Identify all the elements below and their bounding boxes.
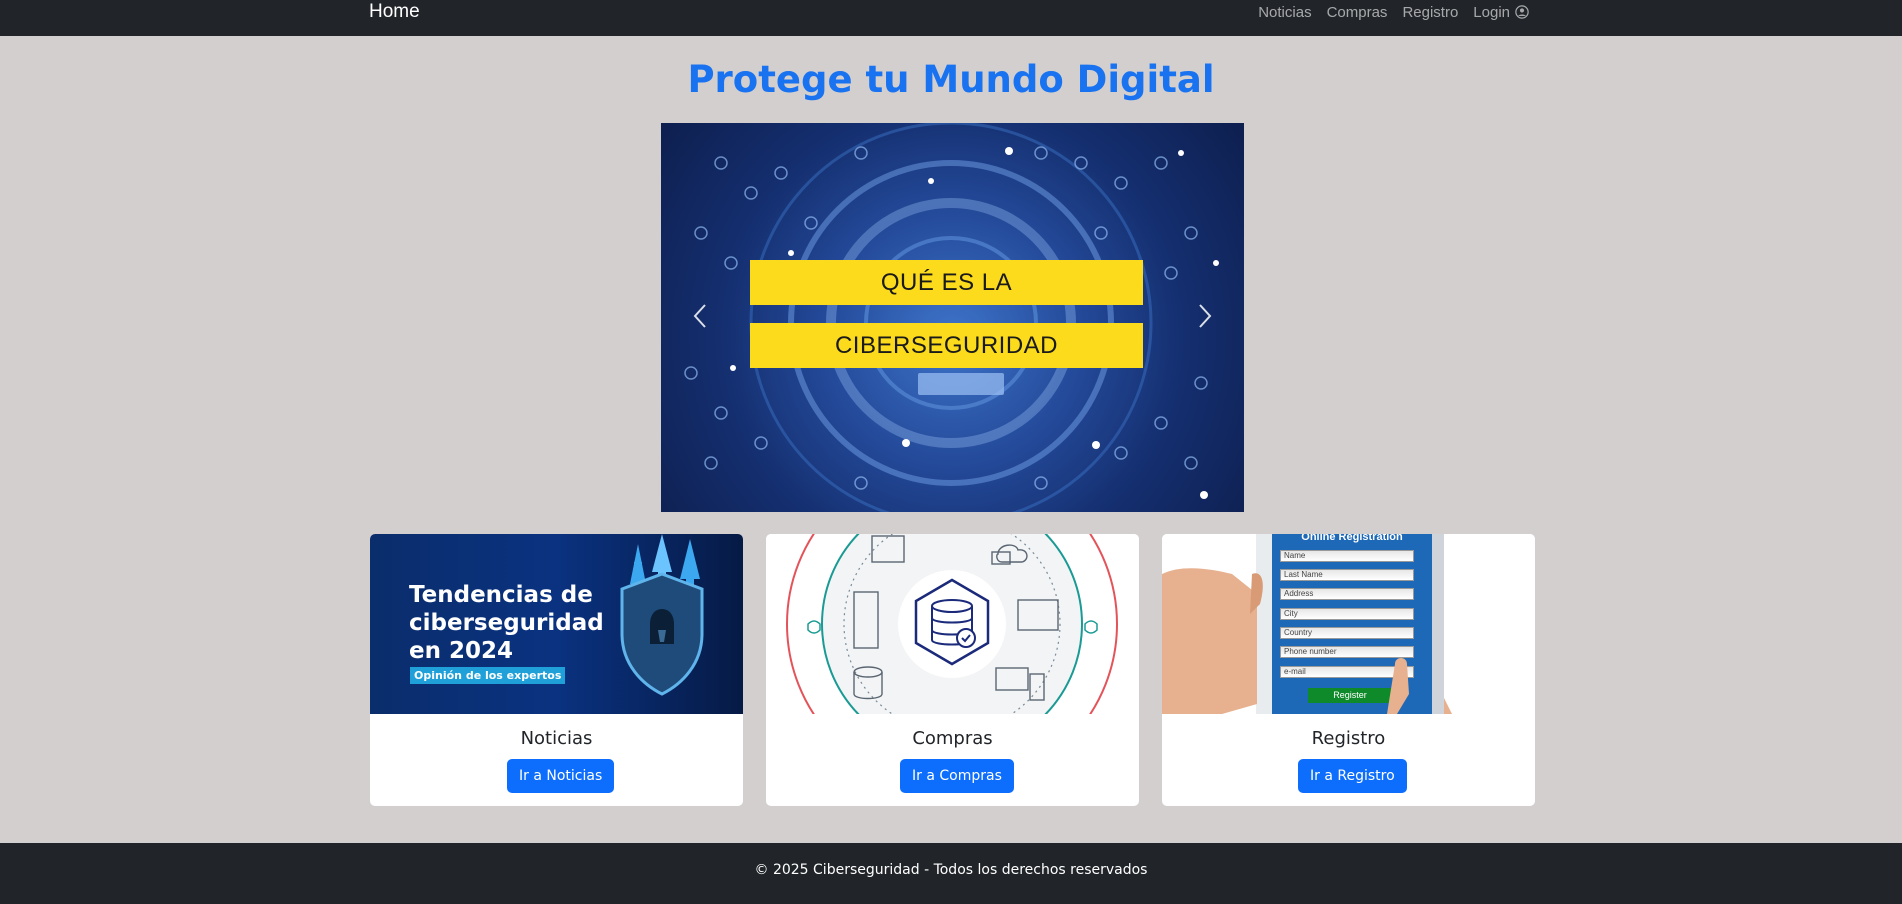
shield-icon bbox=[620, 534, 704, 696]
nav-link-compras[interactable]: Compras bbox=[1327, 4, 1388, 21]
image-register-button: Register bbox=[1308, 688, 1392, 703]
compras-card-image bbox=[766, 534, 1139, 714]
card-title: Registro bbox=[1311, 728, 1386, 749]
image-carousel: QUÉ ES LA CIBERSEGURIDAD bbox=[661, 123, 1244, 512]
noticias-image-headline: Tendencias de ciberseguridad en 2024 bbox=[409, 582, 604, 664]
card-title: Noticias bbox=[520, 728, 593, 749]
image-field-city: City bbox=[1280, 608, 1414, 620]
card-compras: Compras Ir a Compras bbox=[766, 534, 1139, 806]
noticias-card-image: Tendencias de ciberseguridad en 2024 Opi… bbox=[370, 534, 743, 714]
chevron-left-icon bbox=[693, 304, 706, 328]
ir-a-noticias-button[interactable]: Ir a Noticias bbox=[507, 759, 615, 793]
pointing-finger bbox=[1387, 658, 1409, 714]
nav-link-login[interactable]: Login bbox=[1473, 4, 1529, 21]
nav-link-noticias[interactable]: Noticias bbox=[1258, 4, 1311, 21]
slide-caption-line-2: CIBERSEGURIDAD bbox=[750, 323, 1143, 368]
slide-caption-line-1: QUÉ ES LA bbox=[750, 260, 1143, 305]
footer-copyright: © 2025 Ciberseguridad - Todos los derech… bbox=[754, 862, 1148, 878]
card-title: Compras bbox=[912, 728, 993, 749]
ir-a-compras-button[interactable]: Ir a Compras bbox=[900, 759, 1014, 793]
database-network-illustration bbox=[786, 534, 1118, 714]
footer: © 2025 Ciberseguridad - Todos los derech… bbox=[0, 843, 1902, 904]
image-field-address: Address bbox=[1280, 588, 1414, 600]
user-circle-icon bbox=[1515, 5, 1529, 19]
carousel-prev-button[interactable] bbox=[685, 298, 715, 334]
image-field-country: Country bbox=[1280, 627, 1414, 639]
card-registro: Online Registration Name Last Name Addre… bbox=[1162, 534, 1535, 806]
image-field-name: Name bbox=[1280, 550, 1414, 562]
noticias-image-tag: Opinión de los expertos bbox=[410, 667, 566, 684]
circuit-background-image bbox=[684, 123, 1219, 512]
chevron-right-icon bbox=[1199, 304, 1212, 328]
nav-links: Noticias Compras Registro Login bbox=[1258, 0, 1529, 24]
ir-a-registro-button[interactable]: Ir a Registro bbox=[1298, 759, 1407, 793]
nav-link-registro[interactable]: Registro bbox=[1402, 4, 1458, 21]
carousel-next-button[interactable] bbox=[1190, 298, 1220, 334]
brand-home-link[interactable]: Home bbox=[369, 0, 420, 24]
navbar: Home Noticias Compras Registro Login bbox=[0, 0, 1902, 36]
registration-heading: Online Registration bbox=[1301, 534, 1403, 543]
page-title: Protege tu Mundo Digital bbox=[687, 58, 1215, 101]
registro-card-image: Online Registration Name Last Name Addre… bbox=[1162, 534, 1535, 714]
card-noticias: Tendencias de ciberseguridad en 2024 Opi… bbox=[370, 534, 743, 806]
image-field-last-name: Last Name bbox=[1280, 569, 1414, 581]
